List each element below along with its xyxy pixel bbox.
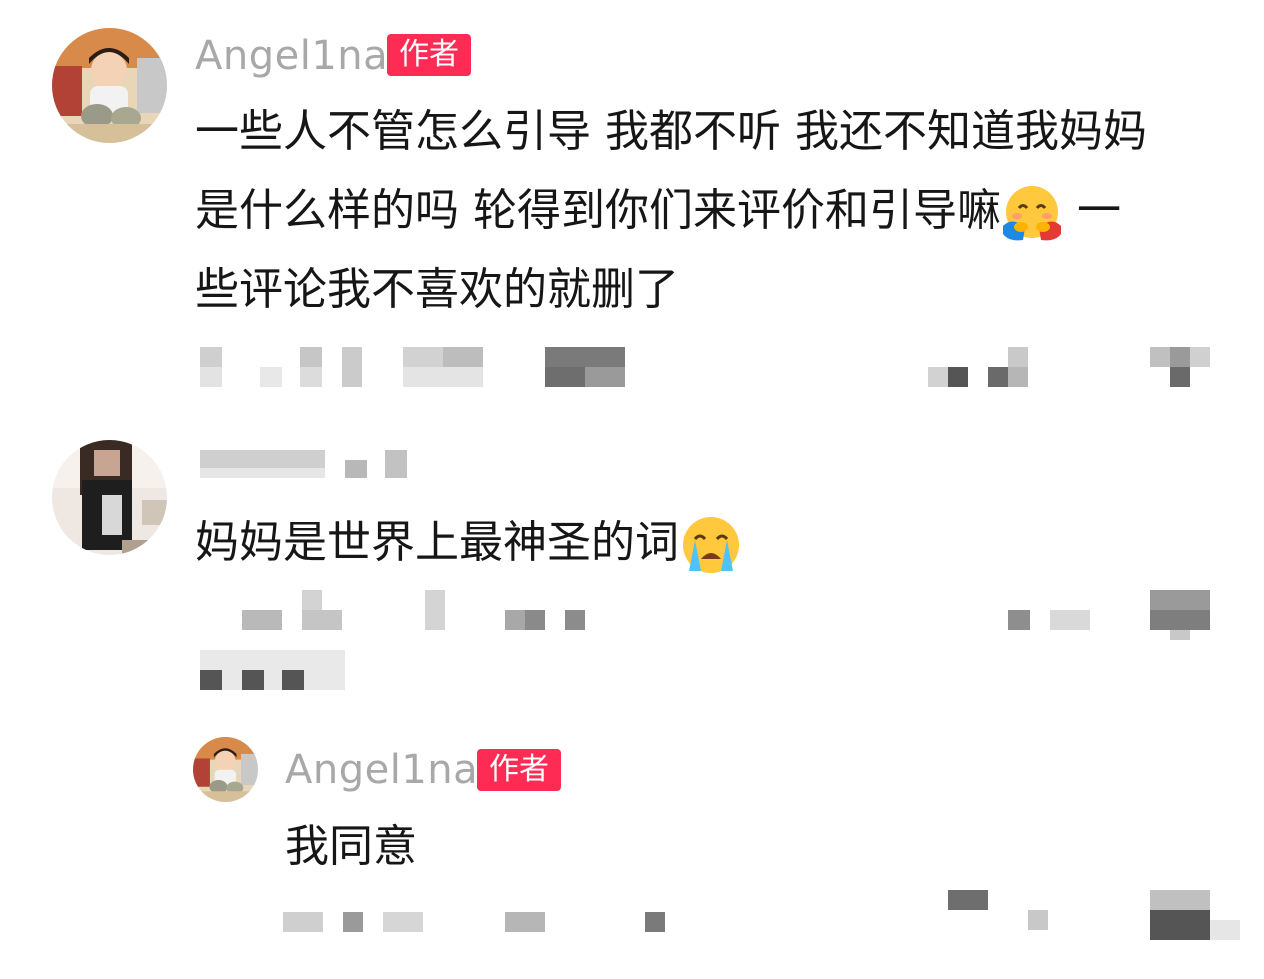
comment-meta-blurred (283, 910, 688, 935)
author-badge: 作者 (387, 34, 471, 76)
comment-1: Angel1na 作者 一些人不管怎么引导 我都不听 我还不知道我妈妈 是什么样… (0, 0, 1264, 420)
username[interactable]: Angel1na (195, 32, 388, 80)
hugging-face-icon (1001, 182, 1063, 244)
comment-2: 妈妈是世界上最神圣的词 (0, 420, 1264, 720)
avatar[interactable] (52, 28, 167, 143)
comment-meta-blurred (200, 345, 630, 390)
avatar[interactable] (52, 440, 167, 555)
comment-text-line-3: 些评论我不喜欢的就删了 (195, 264, 679, 315)
like-area-blurred[interactable] (948, 890, 1248, 950)
username-blurred[interactable] (200, 450, 415, 485)
comment-text-line-1: 一些人不管怎么引导 我都不听 我还不知道我妈妈 (195, 106, 1147, 157)
avatar[interactable] (193, 737, 258, 802)
comment-text-span: 妈妈是世界上最神圣的词 (195, 517, 679, 568)
reply-comment: Angel1na 作者 我同意 (0, 720, 1264, 979)
like-area-blurred[interactable] (928, 345, 1213, 390)
comment-text-span: 一 (1063, 185, 1121, 236)
comment-text-line-2: 是什么样的吗 轮得到你们来评价和引导嘛 一 (195, 171, 1121, 250)
author-badge: 作者 (477, 749, 561, 791)
username[interactable]: Angel1na (285, 746, 478, 794)
comment-text: 妈妈是世界上最神圣的词 (195, 503, 743, 582)
comment-text-span: 是什么样的吗 轮得到你们来评价和引导嘛 (195, 185, 1001, 236)
like-area-blurred[interactable] (1008, 590, 1213, 640)
comment-meta-blurred (200, 590, 600, 690)
comment-text: 我同意 (285, 821, 417, 872)
loudly-crying-face-icon (679, 513, 743, 577)
